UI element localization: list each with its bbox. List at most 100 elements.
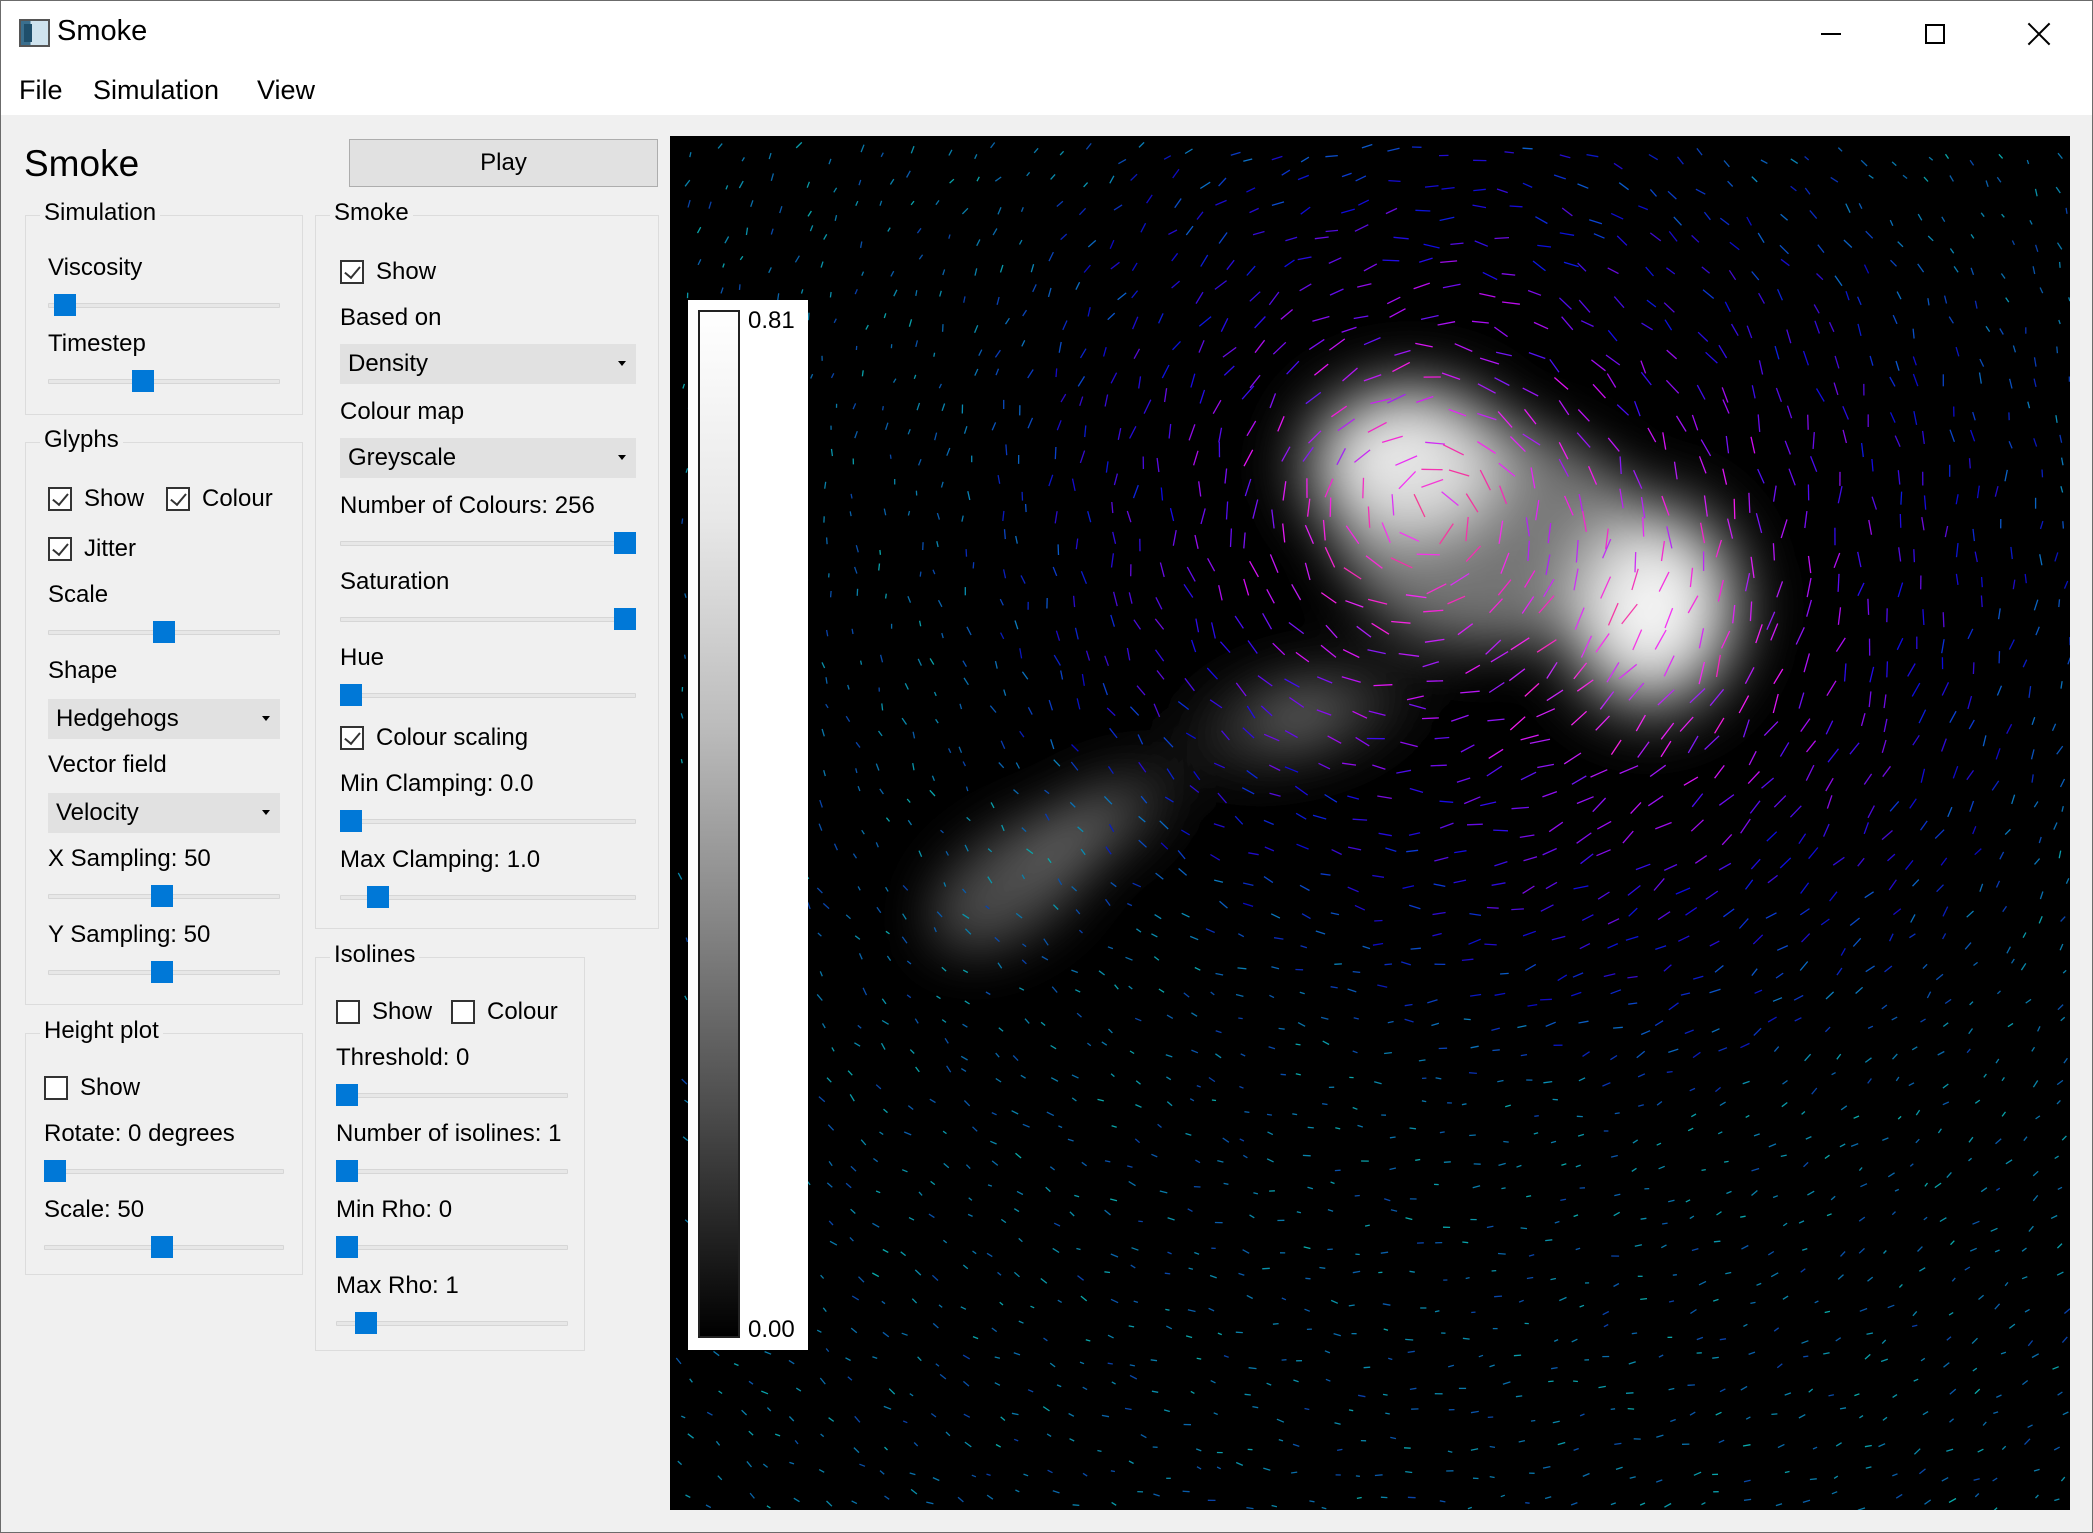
checkbox-box[interactable]: [44, 1076, 68, 1100]
glyph-line: [858, 953, 863, 960]
menu-view[interactable]: View: [257, 75, 315, 106]
menu-simulation[interactable]: Simulation: [93, 75, 219, 106]
smoke-show-checkbox[interactable]: Show: [340, 258, 436, 286]
saturation-slider[interactable]: [340, 608, 636, 630]
glyph-line: [879, 200, 883, 206]
glyph-line: [1097, 1098, 1104, 1102]
glyph-line: [942, 1239, 948, 1244]
based-on-dropdown[interactable]: Density: [340, 344, 636, 384]
max-rho-slider[interactable]: [336, 1312, 568, 1334]
glyph-line: [2012, 579, 2016, 590]
slider-handle[interactable]: [151, 961, 173, 983]
menu-file[interactable]: File: [19, 75, 63, 106]
slider-handle[interactable]: [340, 810, 362, 832]
shape-dropdown[interactable]: Hedgehogs: [48, 699, 280, 739]
y-sampling-slider[interactable]: [48, 961, 280, 983]
viscosity-slider[interactable]: [48, 294, 280, 316]
glyph-line: [1124, 1407, 1132, 1411]
glyph-line: [833, 318, 837, 324]
slider-handle[interactable]: [340, 684, 362, 706]
glyph-line: [1472, 204, 1487, 209]
slider-handle[interactable]: [614, 608, 636, 630]
checkbox-box[interactable]: [340, 726, 364, 750]
num-colours-slider[interactable]: [340, 532, 636, 554]
slider-handle[interactable]: [132, 370, 154, 392]
max-clamping-slider[interactable]: [340, 886, 636, 908]
slider-handle[interactable]: [54, 294, 76, 316]
glyph-line: [1780, 1154, 1787, 1158]
slider-handle[interactable]: [336, 1084, 358, 1106]
glyph-line: [1050, 739, 1055, 750]
glyph-line: [882, 1331, 890, 1338]
glyph-line: [1694, 855, 1708, 864]
glyph-line: [1614, 1442, 1622, 1446]
glyph-line: [749, 1492, 755, 1499]
glyph-line: [1561, 1163, 1567, 1166]
glyph-line: [1758, 360, 1764, 375]
height-plot-show-checkbox[interactable]: Show: [44, 1074, 140, 1102]
glyph-line: [1018, 239, 1023, 245]
glyph-line: [2012, 345, 2017, 353]
slider-handle[interactable]: [153, 621, 175, 643]
glyph-line: [1269, 554, 1279, 573]
glyphs-show-checkbox[interactable]: Show: [48, 485, 144, 513]
hue-slider[interactable]: [340, 684, 636, 706]
slider-handle[interactable]: [336, 1160, 358, 1182]
colour-legend-max: 0.81: [748, 307, 795, 334]
slider-handle[interactable]: [151, 885, 173, 907]
play-button[interactable]: Play: [349, 139, 658, 187]
glyph-line: [1213, 823, 1225, 828]
glyph-line: [1520, 1227, 1528, 1230]
glyph-line: [1640, 371, 1652, 386]
slider-handle[interactable]: [44, 1160, 66, 1182]
glyph-line: [1131, 262, 1138, 272]
slider-handle[interactable]: [355, 1312, 377, 1334]
min-rho-slider[interactable]: [336, 1236, 568, 1258]
checkbox-box[interactable]: [336, 1000, 360, 1024]
glyph-line: [748, 1430, 754, 1436]
glyph-line: [2001, 1111, 2007, 1117]
glyph-line: [1964, 1266, 1971, 1271]
checkbox-box[interactable]: [166, 487, 190, 511]
num-isolines-slider[interactable]: [336, 1160, 568, 1182]
x-sampling-slider[interactable]: [48, 885, 280, 907]
isolines-colour-checkbox[interactable]: Colour: [451, 998, 558, 1026]
isolines-show-checkbox[interactable]: Show: [336, 998, 432, 1026]
colour-map-dropdown[interactable]: Greyscale: [340, 438, 636, 478]
checkbox-box[interactable]: [340, 260, 364, 284]
slider-handle[interactable]: [336, 1236, 358, 1258]
glyph-line: [2033, 438, 2038, 447]
glyph-line: [1335, 1127, 1341, 1130]
colour-scaling-checkbox[interactable]: Colour scaling: [340, 724, 528, 752]
rotate-slider[interactable]: [44, 1160, 284, 1182]
glyphs-colour-checkbox[interactable]: Colour: [166, 485, 273, 513]
glyph-line: [1003, 689, 1007, 696]
height-scale-slider[interactable]: [44, 1236, 284, 1258]
slider-handle[interactable]: [151, 1236, 173, 1258]
threshold-slider[interactable]: [336, 1084, 568, 1106]
glyph-line: [854, 1042, 861, 1047]
glyph-line: [1159, 1190, 1168, 1194]
glyph-line: [1071, 1097, 1077, 1102]
glyph-line: [1647, 427, 1657, 443]
glyph-line: [1378, 832, 1392, 837]
timestep-slider[interactable]: [48, 370, 280, 392]
vector-field-dropdown[interactable]: Velocity: [48, 793, 280, 833]
glyphs-jitter-checkbox[interactable]: Jitter: [48, 535, 136, 563]
checkbox-box[interactable]: [48, 537, 72, 561]
glyph-line: [1865, 1466, 1872, 1469]
close-button[interactable]: [1987, 1, 2091, 67]
glyph-line: [1725, 1271, 1732, 1275]
glyphs-scale-slider[interactable]: [48, 621, 280, 643]
checkbox-box[interactable]: [48, 487, 72, 511]
maximize-button[interactable]: [1883, 1, 1987, 67]
slider-handle[interactable]: [367, 886, 389, 908]
simulation-viewport[interactable]: [670, 136, 2070, 1510]
glyph-line: [884, 593, 887, 599]
glyph-line: [849, 511, 852, 517]
minimize-button[interactable]: [1779, 1, 1883, 67]
min-clamping-slider[interactable]: [340, 810, 636, 832]
glyph-line: [1949, 1388, 1957, 1395]
checkbox-box[interactable]: [451, 1000, 475, 1024]
slider-handle[interactable]: [614, 532, 636, 554]
